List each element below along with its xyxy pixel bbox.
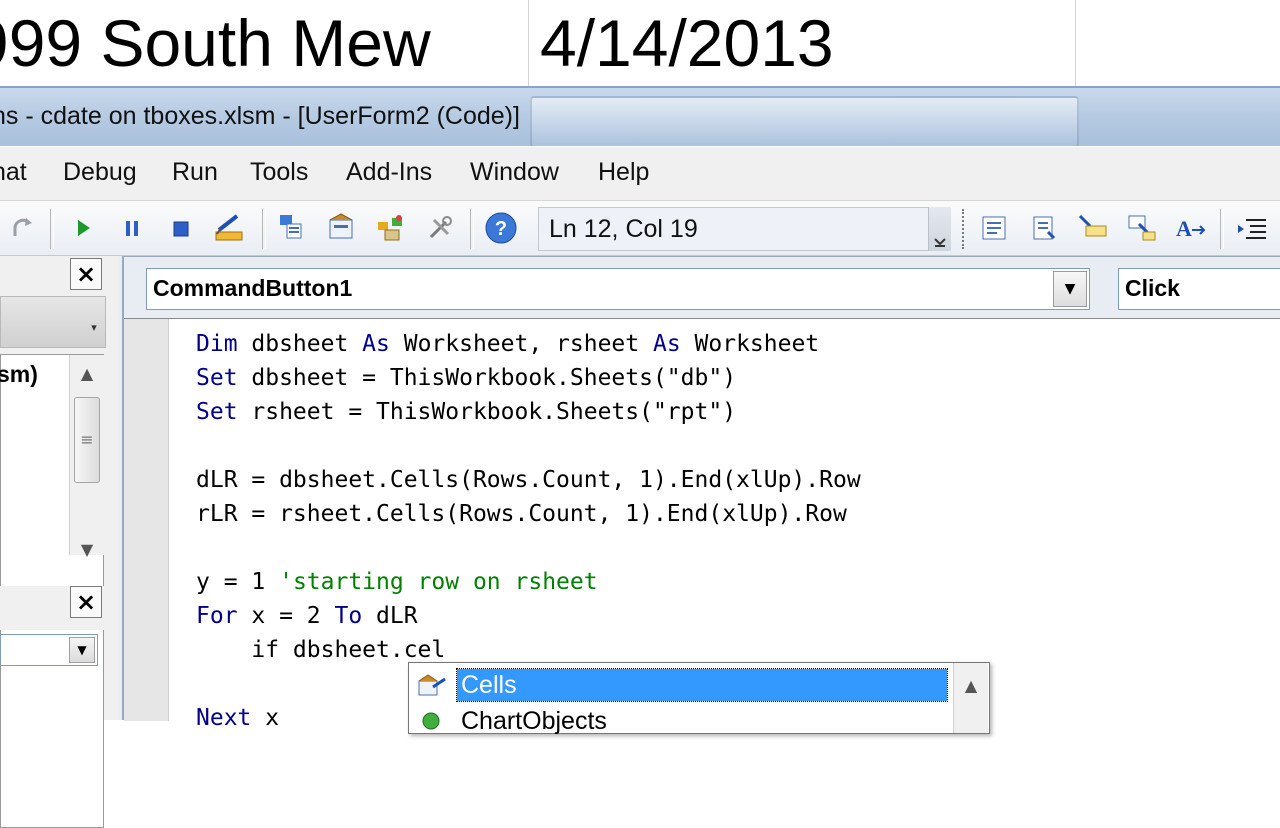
line-column-status: Ln 12, Col 19	[538, 207, 948, 251]
window-title: ns - cdate on tboxes.xlsm - [UserForm2 (…	[0, 102, 520, 130]
intellisense-scrollbar[interactable]: ▲	[953, 663, 988, 733]
toolbar-grip[interactable]	[962, 209, 966, 249]
procedure-dropdown-value: Click	[1125, 275, 1180, 301]
left-dock: × ▾ sm) ▲ ≡ ▼ × ▼	[0, 256, 118, 828]
toolbar-options-icon[interactable]: ▾	[87, 321, 101, 337]
properties-pane-header: ×	[0, 586, 106, 630]
worksheet-background: 999 South Mew 4/14/2013	[0, 0, 1280, 86]
toolbox-icon[interactable]	[423, 211, 457, 245]
properties-window-icon[interactable]	[325, 211, 359, 245]
intellisense-item-chartobjects[interactable]: ChartObjects	[413, 705, 949, 737]
intellisense-item-label: ChartObjects	[461, 707, 607, 735]
design-mode-icon[interactable]	[212, 211, 246, 245]
code-line[interactable]: Set rsheet = ThisWorkbook.Sheets("rpt")	[196, 399, 736, 425]
scroll-up-icon[interactable]: ▲	[70, 359, 104, 389]
menu-item-run[interactable]: Run	[172, 158, 218, 187]
toolbar-separator	[470, 209, 474, 249]
scroll-thumb[interactable]: ≡	[74, 397, 100, 483]
redo-icon[interactable]	[6, 211, 40, 245]
run-icon[interactable]	[66, 211, 100, 245]
toolbar-overflow-chevron[interactable]	[928, 207, 951, 251]
reset-icon[interactable]	[164, 211, 198, 245]
project-tree-scrollbar[interactable]: ▲ ≡ ▼	[69, 355, 104, 559]
properties-object-select[interactable]: ▼	[0, 634, 98, 666]
project-pane-header: ×	[0, 256, 106, 300]
cell-divider	[528, 0, 529, 86]
cursor-position-text: Ln 12, Col 19	[549, 215, 698, 243]
menu-item-format[interactable]: nat	[0, 158, 27, 187]
list-constants-icon[interactable]	[1027, 211, 1061, 245]
quick-info-icon[interactable]	[1076, 211, 1110, 245]
parameter-info-icon[interactable]	[1125, 211, 1159, 245]
intellisense-item-label: Cells	[456, 668, 948, 702]
menu-bar: nat Debug Run Tools Add-Ins Window Help	[0, 146, 1280, 201]
object-dropdown[interactable]: CommandButton1 ▼	[146, 268, 1090, 310]
menu-item-help[interactable]: Help	[598, 158, 649, 187]
list-properties-methods-icon[interactable]	[978, 211, 1012, 245]
menu-item-tools[interactable]: Tools	[250, 158, 308, 187]
menu-item-debug[interactable]: Debug	[63, 158, 137, 187]
properties-pane-close-icon[interactable]: ×	[70, 586, 102, 618]
code-editor[interactable]: Dim dbsheet As Worksheet, rsheet As Work…	[124, 318, 1280, 731]
complete-word-icon[interactable]: A	[1174, 211, 1208, 245]
method-icon	[422, 712, 440, 730]
chevron-down-icon[interactable]: ▼	[69, 637, 95, 663]
break-icon[interactable]	[115, 211, 149, 245]
code-line[interactable]: Set dbsheet = ThisWorkbook.Sheets("db")	[196, 365, 736, 391]
help-icon[interactable]: ?	[484, 211, 518, 245]
svg-text:?: ?	[495, 218, 507, 240]
object-browser-icon[interactable]	[374, 211, 408, 245]
intellisense-item-cells[interactable]: Cells	[413, 668, 949, 702]
toolbar-separator	[50, 209, 54, 249]
project-tree-item[interactable]: sm)	[0, 361, 38, 388]
scroll-down-icon[interactable]: ▼	[70, 535, 104, 565]
project-pane-toolbar: ▾	[0, 296, 106, 348]
code-line[interactable]: Dim dbsheet As Worksheet, rsheet As Work…	[196, 331, 819, 357]
indent-icon[interactable]	[1236, 211, 1270, 245]
project-explorer-icon[interactable]	[276, 211, 310, 245]
object-dropdown-value: CommandButton1	[153, 275, 353, 301]
worksheet-cell-address[interactable]: 999 South Mew	[0, 0, 528, 86]
code-line[interactable]: For x = 2 To dLR	[196, 603, 418, 629]
svg-text:A: A	[1176, 216, 1192, 241]
code-line[interactable]: dLR = dbsheet.Cells(Rows.Count, 1).End(x…	[196, 467, 861, 493]
cell-divider	[1075, 0, 1076, 86]
toolbar-separator	[262, 209, 266, 249]
procedure-dropdown[interactable]: Click	[1118, 268, 1280, 310]
menu-item-add-ins[interactable]: Add-Ins	[346, 158, 432, 187]
property-icon	[418, 674, 446, 696]
project-pane-close-icon[interactable]: ×	[70, 258, 102, 290]
code-line[interactable]: if dbsheet.cel	[196, 637, 445, 663]
toolbar-separator	[1220, 209, 1224, 249]
worksheet-cell-date[interactable]: 4/14/2013	[540, 0, 1070, 86]
vbe-title-bar[interactable]: ns - cdate on tboxes.xlsm - [UserForm2 (…	[0, 86, 1280, 148]
standard-toolbar: ? Ln 12, Col 19 A	[0, 200, 1280, 256]
intellisense-list[interactable]: Cells ChartObjects ▲	[408, 662, 990, 737]
code-line[interactable]: Next x	[196, 705, 279, 731]
chevron-down-icon[interactable]: ▼	[1053, 271, 1087, 307]
code-window: CommandButton1 ▼ Click Dim dbsheet As Wo…	[118, 256, 1280, 731]
scroll-up-icon[interactable]: ▲	[954, 671, 988, 701]
margin-indicator-bar[interactable]	[124, 319, 169, 721]
code-line[interactable]: y = 1 'starting row on rsheet	[196, 569, 598, 595]
code-line[interactable]: rLR = rsheet.Cells(Rows.Count, 1).End(xl…	[196, 501, 847, 527]
menu-item-window[interactable]: Window	[470, 158, 559, 187]
title-bar-glass	[530, 96, 1079, 148]
